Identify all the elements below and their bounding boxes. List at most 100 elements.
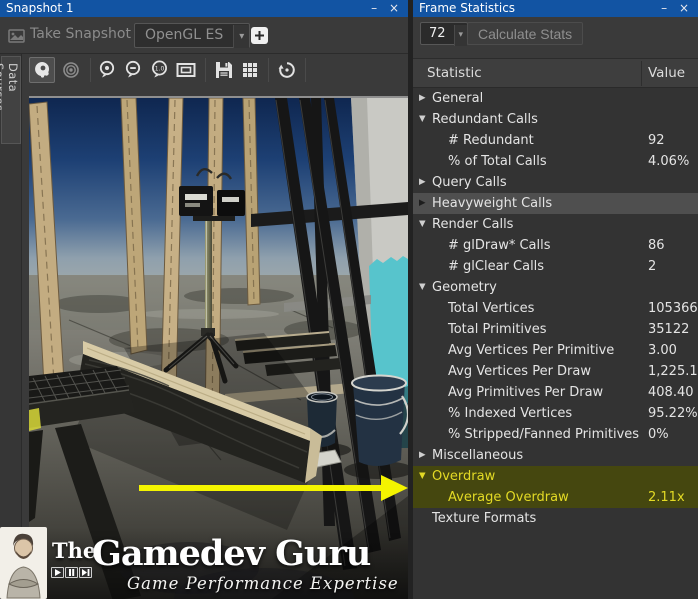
- api-selector-value: OpenGL ES: [145, 27, 224, 43]
- stat-row[interactable]: Total Vertices 105366: [413, 298, 698, 319]
- logo-brand: Gamedev Guru: [92, 533, 371, 574]
- stat-label: Texture Formats: [432, 511, 537, 526]
- stat-row[interactable]: ▼ Redundant Calls: [413, 109, 698, 130]
- calculate-stats-button[interactable]: Calculate Stats: [467, 22, 584, 45]
- bullseye-icon: [63, 62, 79, 78]
- stat-row[interactable]: ▶ Heavyweight Calls: [413, 193, 698, 214]
- frame-number-dropdown[interactable]: 72 ▾: [420, 22, 469, 46]
- stat-row[interactable]: ▶ Query Calls: [413, 172, 698, 193]
- minimize-button[interactable]: –: [657, 0, 671, 16]
- stat-label: Total Primitives: [448, 322, 547, 337]
- snapshot-toolbar: Take Snapshot OpenGL ES ▾: [0, 17, 408, 54]
- column-statistic[interactable]: Statistic: [427, 59, 482, 88]
- chevron-down-icon[interactable]: ▾: [453, 25, 468, 46]
- stat-row[interactable]: Texture Formats: [413, 508, 698, 529]
- zoom-in-icon: [99, 60, 115, 78]
- stat-label: Heavyweight Calls: [432, 196, 553, 211]
- stat-row[interactable]: Avg Vertices Per Primitive 3.00: [413, 340, 698, 361]
- tree-expanded-icon[interactable]: ▼: [419, 277, 431, 298]
- tree-expanded-icon[interactable]: ▼: [419, 214, 431, 235]
- stat-label: Query Calls: [432, 175, 507, 190]
- zoom-out-icon: [125, 60, 141, 78]
- minimize-button[interactable]: –: [367, 0, 381, 16]
- stat-row[interactable]: % Stripped/Fanned Primitives 0%: [413, 424, 698, 445]
- zoom-out-button[interactable]: [121, 57, 147, 83]
- stat-row[interactable]: ▼ Geometry: [413, 277, 698, 298]
- tree-expanded-icon[interactable]: ▼: [419, 109, 431, 130]
- stat-label: Avg Vertices Per Primitive: [448, 343, 615, 358]
- stat-label: # glDraw* Calls: [448, 238, 551, 253]
- frame-number-value: 72: [429, 26, 446, 41]
- stat-label: Average Overdraw: [448, 490, 569, 505]
- snapshot-window: Snapshot 1 – × Take Snapshot OpenGL ES ▾: [0, 0, 408, 599]
- zoom-in-button[interactable]: [95, 57, 121, 83]
- stat-row[interactable]: Average Overdraw 2.11x: [413, 487, 698, 508]
- stat-value: 3.00: [648, 343, 677, 358]
- snapshot-image-icon: [8, 28, 25, 47]
- add-snapshot-button[interactable]: [251, 27, 268, 44]
- stat-value: 2.11x: [648, 490, 685, 505]
- tree-expanded-icon[interactable]: ▼: [419, 466, 431, 487]
- tree-collapsed-icon[interactable]: ▶: [419, 445, 431, 466]
- stat-row[interactable]: ▶ General: [413, 88, 698, 109]
- stat-value: 0%: [648, 427, 669, 442]
- chevron-down-icon[interactable]: ▾: [233, 25, 250, 48]
- stat-label: % of Total Calls: [448, 154, 547, 169]
- frame-statistics-titlebar[interactable]: Frame Statistics – ×: [413, 0, 698, 17]
- stat-row[interactable]: % Indexed Vertices 95.22%: [413, 403, 698, 424]
- stat-row[interactable]: ▶ Miscellaneous: [413, 445, 698, 466]
- stat-label: # glClear Calls: [448, 259, 545, 274]
- close-button[interactable]: ×: [675, 0, 693, 16]
- tab-data-sources[interactable]: Data Sources: [0, 56, 21, 144]
- stat-value: 95.22%: [648, 406, 698, 421]
- close-button[interactable]: ×: [385, 0, 403, 16]
- fit-rectangle-button[interactable]: [173, 57, 199, 83]
- stat-row[interactable]: ▼ Render Calls: [413, 214, 698, 235]
- stat-row[interactable]: # glClear Calls 2: [413, 256, 698, 277]
- save-button[interactable]: [211, 57, 237, 83]
- pause-icon[interactable]: [65, 567, 78, 578]
- render-viewport[interactable]: [22, 88, 408, 599]
- toolbar-separator: [90, 58, 91, 82]
- stat-row[interactable]: # Redundant 92: [413, 130, 698, 151]
- grid-icon: [243, 63, 257, 77]
- tree-collapsed-icon[interactable]: ▶: [419, 88, 431, 109]
- stat-label: Overdraw: [432, 469, 496, 484]
- take-snapshot-button[interactable]: Take Snapshot: [30, 26, 131, 42]
- stat-row[interactable]: ▼ Overdraw: [413, 466, 698, 487]
- refresh-button[interactable]: [274, 57, 300, 83]
- api-selector-dropdown[interactable]: OpenGL ES ▾: [134, 23, 251, 48]
- column-value[interactable]: Value: [648, 59, 685, 88]
- grid-button[interactable]: [237, 57, 263, 83]
- stat-label: Total Vertices: [448, 301, 535, 316]
- stat-label: % Stripped/Fanned Primitives: [448, 427, 640, 442]
- logo-the: The: [52, 538, 97, 563]
- stat-row[interactable]: Avg Vertices Per Draw 1,225.19: [413, 361, 698, 382]
- column-divider: [641, 61, 642, 86]
- stat-value: 4.06%: [648, 154, 690, 169]
- next-icon[interactable]: [79, 567, 92, 578]
- paint-mode-button[interactable]: [29, 57, 55, 83]
- toolbar-separator: [205, 58, 206, 82]
- stat-row[interactable]: # glDraw* Calls 86: [413, 235, 698, 256]
- play-icon[interactable]: [51, 567, 64, 578]
- stat-value: 92: [648, 133, 665, 148]
- snapshot-titlebar[interactable]: Snapshot 1 – ×: [0, 0, 408, 17]
- stat-row[interactable]: % of Total Calls 4.06%: [413, 151, 698, 172]
- stat-label: Redundant Calls: [432, 112, 538, 127]
- stat-row[interactable]: Total Primitives 35122: [413, 319, 698, 340]
- frame-statistics-window: Frame Statistics – × 72 ▾ Calculate Stats…: [413, 0, 698, 599]
- screen: Snapshot 1 – × Take Snapshot OpenGL ES ▾: [0, 0, 698, 599]
- tree-collapsed-icon[interactable]: ▶: [419, 193, 431, 214]
- zoom-reset-button[interactable]: 1.0: [147, 57, 173, 83]
- stats-rows: ▶ General ▼ Redundant Calls # Redundant 92% o…: [413, 88, 698, 599]
- save-icon: [216, 62, 232, 78]
- frame-statistics-title: Frame Statistics: [419, 1, 516, 15]
- tree-collapsed-icon[interactable]: ▶: [419, 172, 431, 193]
- snapshot-title: Snapshot 1: [6, 1, 74, 15]
- stat-row[interactable]: Avg Primitives Per Draw 408.40: [413, 382, 698, 403]
- media-player-buttons: [51, 567, 92, 578]
- construction-scene: [29, 98, 408, 599]
- bullseye-button[interactable]: [58, 57, 84, 83]
- svg-text:1.0: 1.0: [155, 65, 165, 72]
